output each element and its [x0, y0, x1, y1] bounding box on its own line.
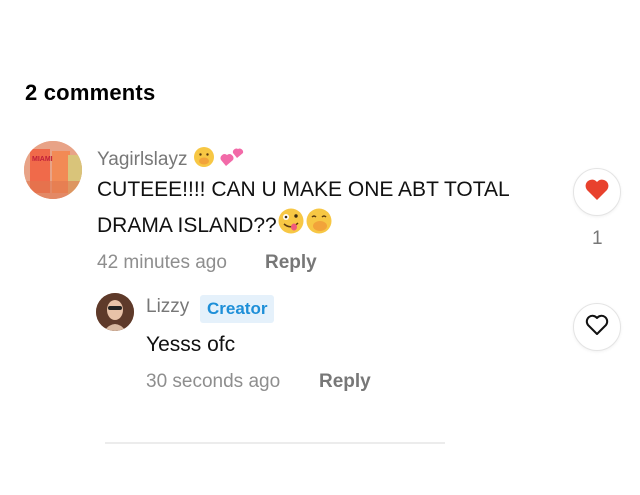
- avatar[interactable]: MIAMI: [24, 141, 82, 199]
- hand-over-mouth-emoji: [305, 207, 333, 246]
- reply-text: Yesss ofc: [146, 333, 236, 356]
- divider: [105, 442, 445, 444]
- comment-text: CUTEEE!!!! CAN U MAKE ONE ABT TOTAL DRAM…: [97, 172, 510, 246]
- reply-username[interactable]: Lizzy: [146, 296, 189, 318]
- avatar-image: [96, 293, 134, 331]
- creator-badge: Creator: [200, 295, 275, 323]
- reply-button[interactable]: Reply: [265, 252, 317, 274]
- two-hearts-emoji: [220, 146, 246, 174]
- like-count: 1: [592, 228, 603, 249]
- svg-text:MIAMI: MIAMI: [32, 156, 53, 163]
- avatar-image: MIAMI: [24, 141, 82, 199]
- hand-over-mouth-emoji: [193, 146, 215, 174]
- heart-filled-icon: [584, 178, 610, 207]
- reply-timestamp: 30 seconds ago: [146, 371, 281, 392]
- reply-avatar[interactable]: [96, 293, 134, 331]
- comment-timestamp: 42 minutes ago: [97, 252, 227, 273]
- reply-like-button[interactable]: [573, 303, 621, 351]
- comment-text-line-1: CUTEEE!!!! CAN U MAKE ONE ABT TOTAL: [97, 178, 510, 201]
- username-text: Yagirlslayz: [97, 149, 188, 171]
- zany-face-emoji: [277, 207, 305, 246]
- comments-title: 2 comments: [25, 80, 156, 105]
- comment-text-line-2: DRAMA ISLAND??: [97, 207, 510, 246]
- reply-reply-button[interactable]: Reply: [319, 371, 371, 393]
- comment-username[interactable]: Yagirlslayz: [97, 146, 246, 174]
- heart-outline-icon: [584, 313, 610, 342]
- like-button[interactable]: [573, 168, 621, 216]
